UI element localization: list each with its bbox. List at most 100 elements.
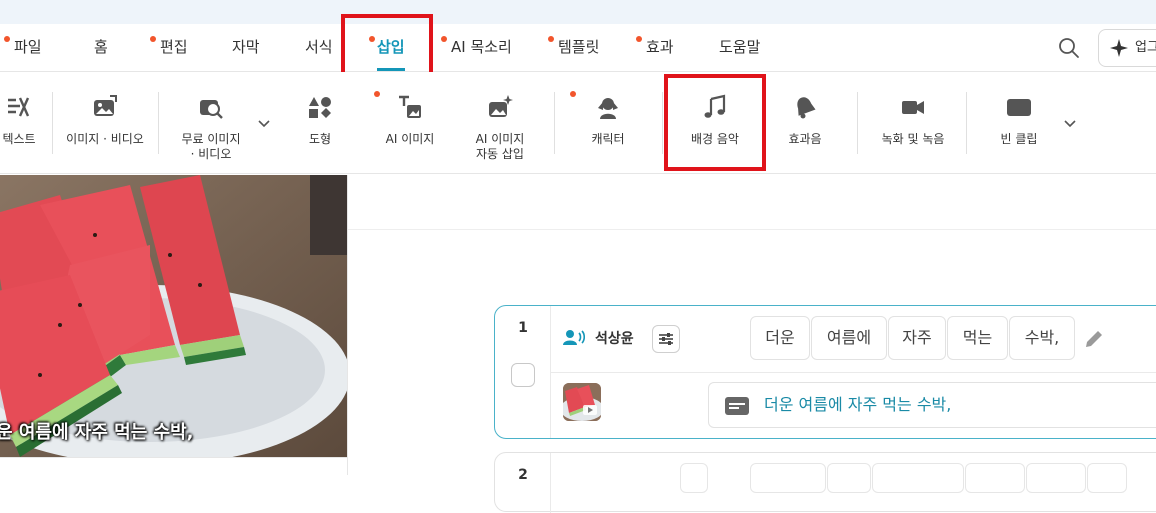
text-icon bbox=[8, 97, 30, 117]
ribbon-blank-clip-button[interactable]: 빈 클립 bbox=[982, 72, 1056, 172]
ribbon-sound-effect-button[interactable]: 효과음 bbox=[772, 72, 838, 172]
tab-effects[interactable]: 효과 bbox=[636, 24, 674, 71]
sliders-icon bbox=[659, 333, 673, 345]
ribbon-image-video-button[interactable]: 이미지 · 비디오 bbox=[58, 72, 152, 172]
ribbon-ai-image-button[interactable]: AI 이미지 bbox=[372, 72, 448, 172]
sparkle-icon bbox=[1110, 39, 1128, 57]
ribbon-label: AI 이미지 자동 삽입 bbox=[475, 132, 525, 161]
tab-label: 템플릿 bbox=[558, 38, 600, 56]
tab-label: 도움말 bbox=[719, 38, 761, 56]
word-chip[interactable]: 더운 bbox=[750, 316, 810, 360]
tab-label: 서식 bbox=[305, 38, 333, 56]
ribbon-ai-image-auto-button[interactable]: AI 이미지 자동 삽입 bbox=[462, 72, 538, 172]
ribbon-free-image-button[interactable]: 무료 이미지 · 비디오 bbox=[170, 72, 252, 172]
ribbon-label: AI 이미지 bbox=[385, 132, 435, 146]
chevron-down-icon[interactable] bbox=[257, 116, 271, 130]
watermelon-preview-image bbox=[0, 175, 347, 457]
ribbon-label: 녹화 및 녹음 bbox=[881, 132, 945, 146]
notification-dot bbox=[374, 91, 380, 97]
shapes-icon bbox=[309, 97, 331, 118]
clip-gutter: 2 bbox=[495, 453, 551, 513]
clip-gutter: 1 bbox=[495, 306, 551, 438]
speaker-voice-icon bbox=[563, 330, 585, 345]
tab-format[interactable]: 서식 bbox=[305, 24, 333, 71]
upgrade-label: 업그 bbox=[1135, 40, 1156, 55]
notification-dot bbox=[548, 36, 554, 42]
word-chip[interactable]: 여름에 bbox=[811, 316, 887, 360]
word-chip[interactable] bbox=[872, 463, 964, 493]
ribbon-label: 도형 bbox=[308, 132, 332, 146]
tab-ai-voice[interactable]: AI 목소리 bbox=[441, 24, 512, 71]
ai-image-auto-icon bbox=[489, 95, 513, 117]
tab-label: 파일 bbox=[14, 38, 42, 56]
ribbon-separator bbox=[52, 92, 53, 154]
clip-number: 1 bbox=[518, 320, 528, 336]
bell-icon bbox=[797, 97, 816, 119]
tab-label: AI 목소리 bbox=[451, 38, 512, 56]
script-clip-card[interactable]: 1 석상윤 더운 여름에 자주 먹는 수박, 더운 여름에 자주 먹는 수박, bbox=[494, 305, 1156, 439]
word-chip[interactable] bbox=[750, 463, 826, 493]
speaker-name[interactable]: 석상윤 bbox=[595, 328, 634, 348]
clip-thumbnail[interactable] bbox=[563, 383, 601, 421]
menu-bar: 파일 홈 편집 자막 서식 삽입 AI 목소리 템플릿 효과 도움말 업 bbox=[0, 24, 1156, 72]
video-preview[interactable]: 운 여름에 자주 먹는 수박, bbox=[0, 175, 347, 457]
highlight-box-background-music bbox=[664, 74, 766, 171]
ribbon-label: 효과음 bbox=[788, 132, 822, 146]
word-chip[interactable] bbox=[1026, 463, 1086, 493]
tab-label: 자막 bbox=[232, 38, 260, 56]
ribbon-shapes-button[interactable]: 도형 bbox=[290, 72, 350, 172]
ribbon-label: 텍스트 bbox=[2, 132, 36, 146]
ribbon-character-button[interactable]: 캐릭터 bbox=[568, 72, 648, 172]
tab-label: 홈 bbox=[94, 38, 108, 56]
tab-label: 효과 bbox=[646, 38, 674, 56]
upgrade-button[interactable]: 업그 bbox=[1098, 29, 1156, 67]
tab-help[interactable]: 도움말 bbox=[719, 24, 760, 71]
word-chip[interactable]: 자주 bbox=[888, 316, 946, 360]
tab-file[interactable]: 파일 bbox=[4, 24, 42, 71]
card-row-separator bbox=[551, 372, 1156, 373]
tab-edit[interactable]: 편집 bbox=[150, 24, 188, 71]
preview-caption: 운 여름에 자주 먹는 수박, bbox=[0, 422, 194, 443]
chevron-down-icon[interactable] bbox=[1063, 116, 1077, 130]
tab-subtitle[interactable]: 자막 bbox=[232, 24, 260, 71]
window-top-strip bbox=[0, 0, 1156, 24]
word-chip[interactable] bbox=[965, 463, 1025, 493]
notification-dot bbox=[150, 36, 156, 42]
tab-home[interactable]: 홈 bbox=[94, 24, 108, 71]
ribbon-separator bbox=[158, 92, 159, 154]
word-chip[interactable]: 수박, bbox=[1009, 316, 1075, 360]
ai-image-icon bbox=[399, 95, 421, 118]
script-clip-card[interactable]: 2 bbox=[494, 452, 1156, 513]
search-button[interactable] bbox=[1056, 35, 1082, 61]
notification-dot bbox=[441, 36, 447, 42]
ribbon-label: 빈 클립 bbox=[1000, 132, 1038, 146]
voice-settings-button[interactable] bbox=[680, 463, 708, 493]
notification-dot bbox=[636, 36, 642, 42]
image-video-icon bbox=[94, 95, 117, 116]
ribbon-record-button[interactable]: 녹화 및 녹음 bbox=[868, 72, 958, 172]
free-image-search-icon bbox=[200, 100, 223, 119]
watermelon-thumbnail-image bbox=[563, 383, 601, 421]
ribbon-label: 캐릭터 bbox=[591, 132, 625, 146]
notification-dot bbox=[570, 91, 576, 97]
word-chip[interactable] bbox=[1087, 463, 1127, 493]
ribbon-separator bbox=[662, 92, 663, 154]
tab-template[interactable]: 템플릿 bbox=[548, 24, 600, 71]
video-camera-icon bbox=[902, 101, 924, 114]
subtitle-field[interactable]: 더운 여름에 자주 먹는 수박, bbox=[708, 382, 1156, 428]
ribbon-label: 무료 이미지 · 비디오 bbox=[181, 132, 241, 161]
tab-label: 편집 bbox=[160, 38, 188, 56]
character-icon bbox=[598, 98, 618, 119]
blank-clip-icon bbox=[1007, 99, 1031, 116]
subtitle-icon bbox=[725, 397, 749, 415]
ribbon-separator bbox=[857, 92, 858, 154]
word-chip[interactable] bbox=[827, 463, 871, 493]
clip-checkbox[interactable] bbox=[511, 363, 535, 387]
ribbon-label: 이미지 · 비디오 bbox=[66, 132, 144, 146]
voice-settings-button[interactable] bbox=[652, 325, 680, 353]
ribbon-text-button[interactable]: 텍스트 bbox=[0, 72, 58, 172]
word-chip[interactable]: 먹는 bbox=[947, 316, 1008, 360]
insert-ribbon: 텍스트 이미지 · 비디오 무료 이미지 · 비디오 도형 AI 이미지 AI … bbox=[0, 72, 1156, 174]
pencil-icon[interactable] bbox=[1083, 328, 1105, 350]
notification-dot bbox=[4, 36, 10, 42]
